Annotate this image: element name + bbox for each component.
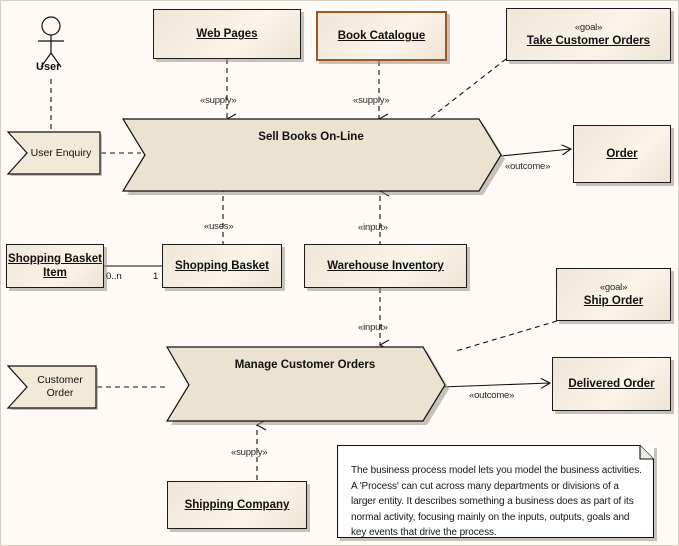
edge-take-customer-orders-goal	[428, 58, 507, 120]
edge-sell-books-outcome	[500, 144, 573, 157]
node-web-pages[interactable]: Web Pages	[153, 9, 301, 59]
node-customer-order-label-1: Customer	[37, 374, 83, 386]
edge-label-warehouse-input-bottom: «input»	[358, 322, 388, 333]
node-order[interactable]: Order	[573, 125, 671, 183]
node-user-enquiry-label: User Enquiry	[30, 146, 92, 159]
edge-label-warehouse-input-top: «input»	[358, 222, 388, 233]
edge-label-shipping-supply: «supply»	[231, 447, 268, 458]
node-manage-customer-orders[interactable]: Manage Customer Orders	[165, 345, 449, 425]
node-warehouse-inventory[interactable]: Warehouse Inventory	[304, 244, 467, 288]
node-shipping-company-label: Shipping Company	[184, 499, 290, 511]
node-shopping-basket-item-label-1: Shopping Basket	[8, 253, 102, 265]
node-shopping-basket-label: Shopping Basket	[175, 260, 269, 272]
node-manage-customer-orders-label: Manage Customer Orders	[234, 359, 376, 371]
node-delivered-order-label: Delivered Order	[568, 378, 655, 390]
node-shopping-basket-item[interactable]: Shopping Basket Item	[6, 244, 104, 288]
node-order-label: Order	[606, 148, 638, 160]
edge-manage-orders-outcome	[440, 377, 552, 389]
note-text: The business process model lets you mode…	[351, 465, 642, 538]
edge-label-sell-books-outcome: «outcome»	[505, 161, 551, 172]
edge-label-book-catalogue-supply: «supply»	[353, 95, 390, 106]
node-book-catalogue-label: Book Catalogue	[337, 30, 426, 42]
edge-label-manage-orders-outcome: «outcome»	[469, 390, 515, 401]
multiplicity-label-right: 1	[153, 271, 159, 282]
edge-label-shopping-basket-uses: «uses»	[204, 221, 234, 232]
node-sell-books-online-label: Sell Books On-Line	[258, 131, 364, 143]
multiplicity-label-left: 0..n	[106, 271, 122, 282]
edge-ship-order-goal	[455, 320, 558, 352]
node-delivered-order[interactable]: Delivered Order	[552, 357, 671, 411]
edge-label-web-pages-supply: «supply»	[200, 95, 237, 106]
node-take-customer-orders-label: Take Customer Orders	[526, 34, 651, 47]
actor-label: User	[36, 61, 61, 73]
diagram-canvas[interactable]: User Web Pages Book Catalogue «goal» Tak…	[0, 0, 679, 546]
node-book-catalogue[interactable]: Book Catalogue	[316, 11, 447, 61]
node-ship-order[interactable]: «goal» Ship Order	[556, 268, 671, 321]
node-user-enquiry[interactable]: User Enquiry	[5, 129, 102, 177]
note-business-process-model[interactable]: The business process model lets you mode…	[337, 445, 654, 538]
node-shipping-company[interactable]: Shipping Company	[167, 481, 307, 529]
node-shopping-basket-item-label-2: Item	[43, 267, 67, 279]
node-warehouse-inventory-label: Warehouse Inventory	[327, 260, 444, 272]
node-take-customer-orders[interactable]: «goal» Take Customer Orders	[506, 8, 671, 61]
node-ship-order-label: Ship Order	[583, 294, 644, 307]
node-web-pages-label: Web Pages	[196, 28, 258, 40]
node-customer-order-label-2: Order	[46, 387, 74, 399]
node-ship-order-stereotype: «goal»	[599, 281, 628, 293]
node-take-customer-orders-stereotype: «goal»	[574, 21, 603, 33]
node-customer-order[interactable]: Customer Order	[5, 363, 98, 411]
actor-stick-figure	[38, 16, 64, 68]
node-shopping-basket[interactable]: Shopping Basket	[162, 244, 282, 288]
node-sell-books-online[interactable]: Sell Books On-Line	[121, 117, 505, 195]
